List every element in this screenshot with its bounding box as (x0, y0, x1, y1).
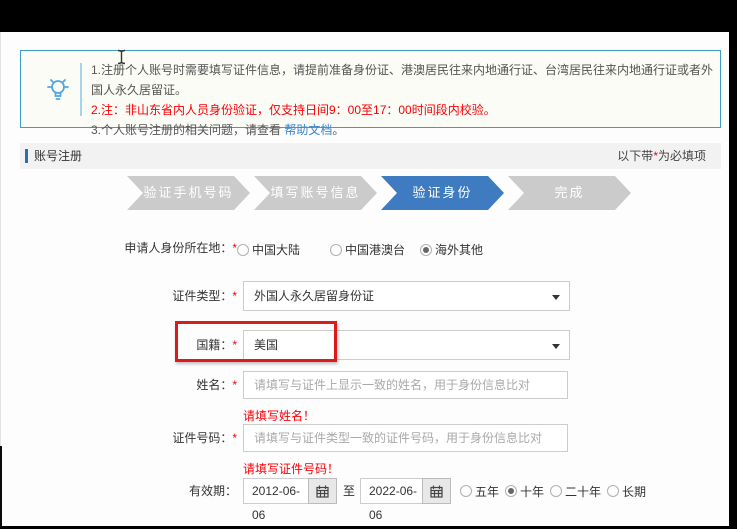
notice-line-3: 3.个人账号注册的相关问题，请查看 帮助文档。 (91, 120, 720, 140)
validity-start-input[interactable]: 2012-06-06 (243, 478, 309, 504)
cert-type-label: 证件类型：* (0, 281, 237, 311)
calendar-button-end[interactable] (422, 478, 451, 504)
lightbulb-icon (43, 75, 73, 105)
radio-label: 二十年 (565, 483, 601, 500)
radio-overseas-other[interactable]: 海外其他 (420, 241, 483, 258)
chevron-down-icon (552, 344, 560, 349)
required-note: 以下带*为必填项 (617, 143, 706, 169)
radio-label: 五年 (475, 483, 499, 500)
region-label: 申请人身份所在地：* (0, 240, 237, 256)
radio-icon[interactable] (607, 485, 619, 497)
notice-line-3-text: 3.个人账号注册的相关问题，请查看 (91, 123, 284, 137)
notice-divider (80, 63, 82, 116)
radio-label: 中国港澳台 (345, 241, 405, 258)
radio-label: 海外其他 (435, 241, 483, 258)
region-radio-group: 中国大陆 中国港澳台 海外其他 (237, 241, 483, 258)
calendar-button-start[interactable] (308, 478, 337, 504)
radio-icon-checked[interactable] (505, 485, 517, 497)
radio-twenty-years[interactable]: 二十年 (550, 483, 601, 500)
help-doc-link[interactable]: 帮助文档 (284, 123, 332, 137)
radio-long-term[interactable]: 长期 (607, 483, 646, 500)
ibeam-cursor (116, 49, 127, 65)
validity-radio-group: 五年 十年 二十年 长期 (460, 478, 646, 504)
notice-line-1: 1.注册个人账号时需要填写证件信息，请提前准备身份证、港澳居民往来内地通行证、台… (91, 60, 720, 100)
validity-end-input[interactable]: 2022-06-06 (360, 478, 423, 504)
radio-ten-years[interactable]: 十年 (505, 483, 544, 500)
cert-type-value: 外国人永久居留身份证 (254, 289, 374, 303)
red-annotation-box (175, 321, 337, 362)
notice-line-2: 2.注：非山东省内人员身份验证，仅支持日间9：00至17：00时间段内校验。 (91, 100, 720, 120)
section-header: 账号注册 以下带*为必填项 (20, 143, 721, 169)
calendar-icon (430, 485, 443, 498)
top-black-bar (0, 0, 737, 32)
cert-no-input[interactable] (243, 424, 568, 452)
radio-icon[interactable] (460, 485, 472, 497)
name-label: 姓名：* (0, 371, 237, 399)
name-error: 请填写姓名！ (243, 407, 315, 424)
radio-icon[interactable] (550, 485, 562, 497)
radio-china-hmt[interactable]: 中国港澳台 (330, 241, 405, 258)
radio-icon-checked[interactable] (420, 244, 432, 256)
radio-label: 十年 (520, 483, 544, 500)
cert-type-select[interactable]: 外国人永久居留身份证 (243, 281, 570, 311)
step-verify-identity: 验证身份 (381, 176, 504, 210)
validity-to-label: 至 (343, 478, 355, 504)
calendar-icon (316, 485, 329, 498)
section-tick-icon (25, 149, 28, 163)
step-indicator: 验证手机号码 填写账号信息 验证身份 完成 (127, 176, 631, 210)
step-done: 完成 (508, 176, 631, 210)
step-verify-phone: 验证手机号码 (127, 176, 250, 210)
radio-five-years[interactable]: 五年 (460, 483, 499, 500)
radio-icon[interactable] (330, 244, 342, 256)
cert-no-error: 请填写证件号码！ (243, 460, 339, 477)
validity-label: 有效期： (0, 478, 237, 504)
step-account-info: 填写账号信息 (254, 176, 377, 210)
radio-label: 长期 (622, 483, 646, 500)
radio-label: 中国大陆 (252, 241, 300, 258)
right-black-edge (729, 0, 737, 529)
notice-line-3-suffix: 。 (332, 123, 344, 137)
name-input[interactable] (243, 371, 568, 399)
chevron-down-icon (552, 295, 560, 300)
page-title: 账号注册 (34, 143, 82, 169)
radio-icon[interactable] (237, 244, 249, 256)
radio-china-mainland[interactable]: 中国大陆 (237, 241, 300, 258)
cert-no-label: 证件号码：* (0, 424, 237, 452)
